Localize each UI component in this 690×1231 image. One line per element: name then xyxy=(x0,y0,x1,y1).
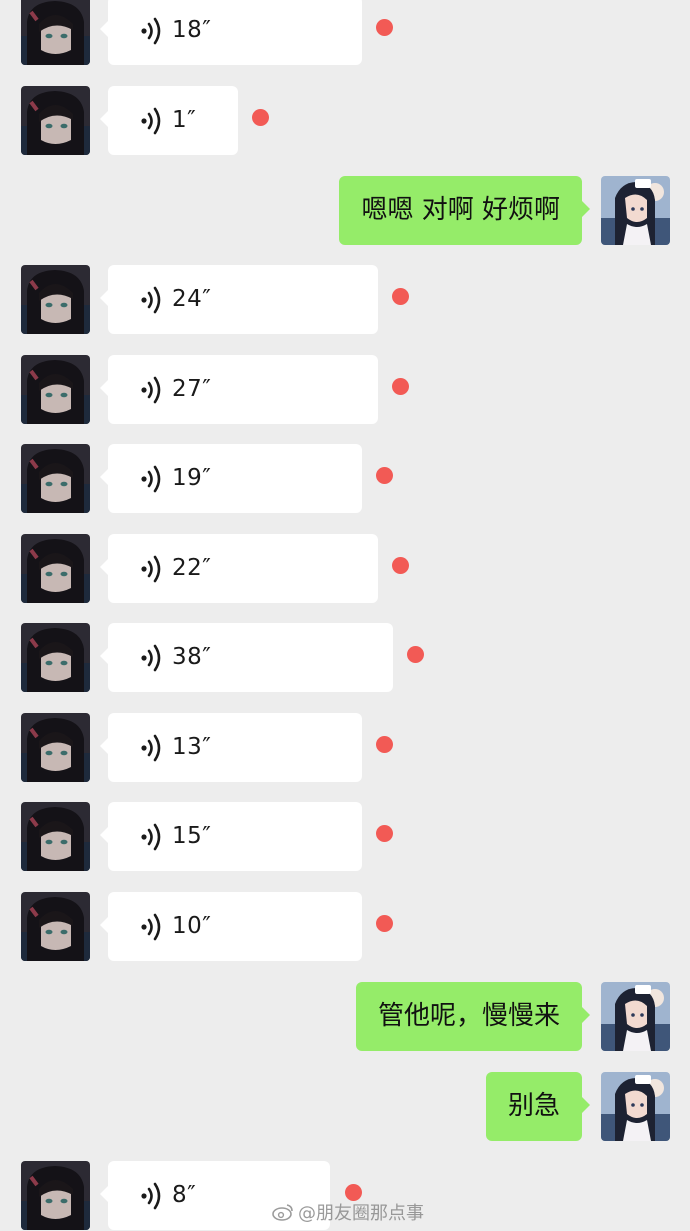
voice-message-bubble[interactable]: 19″ xyxy=(100,444,362,513)
unread-indicator xyxy=(392,378,409,395)
contact-avatar[interactable] xyxy=(21,86,90,155)
voice-duration: 18″ xyxy=(172,17,212,43)
avatar-image xyxy=(21,892,90,961)
voice-duration: 27″ xyxy=(172,376,212,402)
contact-avatar[interactable] xyxy=(21,265,90,334)
voice-message-bubble[interactable]: 22″ xyxy=(100,534,378,603)
avatar-image xyxy=(21,623,90,692)
voice-duration: 13″ xyxy=(172,734,212,760)
message-row: 27″ xyxy=(0,355,690,425)
avatar-image xyxy=(601,1072,670,1141)
voice-wave-icon xyxy=(141,555,161,583)
unread-indicator xyxy=(376,825,393,842)
outgoing-text-bubble[interactable]: 管他呢，慢慢来 xyxy=(355,982,591,1051)
weibo-icon xyxy=(272,1204,293,1221)
unread-indicator xyxy=(407,646,424,663)
chat-message-list[interactable]: 18″ 1″ 嗯嗯 对啊 好烦啊 24″ 27″ 19″ 22″ 38″ 13″… xyxy=(0,0,690,1230)
voice-duration: 8″ xyxy=(172,1182,197,1208)
message-row: 24″ xyxy=(0,265,690,335)
avatar-image xyxy=(21,0,90,65)
message-row: 19″ xyxy=(0,444,690,514)
message-row: 18″ xyxy=(0,0,690,66)
avatar-image xyxy=(21,265,90,334)
contact-avatar[interactable] xyxy=(21,892,90,961)
unread-indicator xyxy=(376,736,393,753)
voice-duration: 10″ xyxy=(172,913,212,939)
avatar-image xyxy=(601,176,670,245)
voice-duration: 15″ xyxy=(172,823,212,849)
voice-wave-icon xyxy=(141,644,161,672)
avatar-image xyxy=(21,1161,90,1230)
contact-avatar[interactable] xyxy=(21,713,90,782)
voice-message-bubble[interactable]: 38″ xyxy=(100,623,393,692)
avatar-image xyxy=(601,982,670,1051)
message-row: 10″ xyxy=(0,892,690,962)
outgoing-text-bubble[interactable]: 嗯嗯 对啊 好烦啊 xyxy=(339,176,590,245)
avatar-image xyxy=(21,802,90,871)
avatar-image xyxy=(21,444,90,513)
voice-message-bubble[interactable]: 24″ xyxy=(100,265,378,334)
contact-avatar[interactable] xyxy=(21,534,90,603)
message-row: 管他呢，慢慢来 xyxy=(0,982,690,1052)
watermark-text: @朋友圈那点事 xyxy=(298,1203,424,1224)
contact-avatar[interactable] xyxy=(21,802,90,871)
voice-wave-icon xyxy=(141,734,161,762)
contact-avatar[interactable] xyxy=(21,623,90,692)
voice-duration: 24″ xyxy=(172,286,212,312)
my-avatar[interactable] xyxy=(601,176,670,245)
voice-wave-icon xyxy=(141,286,161,314)
voice-wave-icon xyxy=(141,823,161,851)
avatar-image xyxy=(21,534,90,603)
message-row: 嗯嗯 对啊 好烦啊 xyxy=(0,176,690,246)
voice-message-bubble[interactable]: 10″ xyxy=(100,892,362,961)
avatar-image xyxy=(21,86,90,155)
my-avatar[interactable] xyxy=(601,1072,670,1141)
unread-indicator xyxy=(376,467,393,484)
unread-indicator xyxy=(252,109,269,126)
my-avatar[interactable] xyxy=(601,982,670,1051)
voice-message-bubble[interactable]: 18″ xyxy=(100,0,362,65)
voice-duration: 22″ xyxy=(172,555,212,581)
unread-indicator xyxy=(392,288,409,305)
unread-indicator xyxy=(392,557,409,574)
voice-wave-icon xyxy=(141,913,161,941)
message-row: 别急 xyxy=(0,1072,690,1142)
voice-duration: 19″ xyxy=(172,465,212,491)
contact-avatar[interactable] xyxy=(21,444,90,513)
contact-avatar[interactable] xyxy=(21,0,90,65)
message-row: 1″ xyxy=(0,86,690,156)
message-row: 22″ xyxy=(0,534,690,604)
voice-message-bubble[interactable]: 15″ xyxy=(100,802,362,871)
voice-wave-icon xyxy=(141,465,161,493)
voice-wave-icon xyxy=(141,17,161,45)
voice-duration: 38″ xyxy=(172,644,212,670)
message-row: 13″ xyxy=(0,713,690,783)
avatar-image xyxy=(21,713,90,782)
voice-wave-icon xyxy=(141,107,161,135)
unread-indicator xyxy=(376,19,393,36)
voice-message-bubble[interactable]: 13″ xyxy=(100,713,362,782)
voice-wave-icon xyxy=(141,376,161,404)
avatar-image xyxy=(21,355,90,424)
voice-message-bubble[interactable]: 1″ xyxy=(100,86,238,155)
contact-avatar[interactable] xyxy=(21,355,90,424)
voice-wave-icon xyxy=(141,1182,161,1210)
voice-message-bubble[interactable]: 27″ xyxy=(100,355,378,424)
contact-avatar[interactable] xyxy=(21,1161,90,1230)
watermark: @朋友圈那点事 xyxy=(272,1198,424,1226)
voice-duration: 1″ xyxy=(172,107,197,133)
message-row: 38″ xyxy=(0,623,690,693)
unread-indicator xyxy=(376,915,393,932)
outgoing-text-bubble[interactable]: 别急 xyxy=(485,1072,591,1141)
message-row: 15″ xyxy=(0,802,690,872)
